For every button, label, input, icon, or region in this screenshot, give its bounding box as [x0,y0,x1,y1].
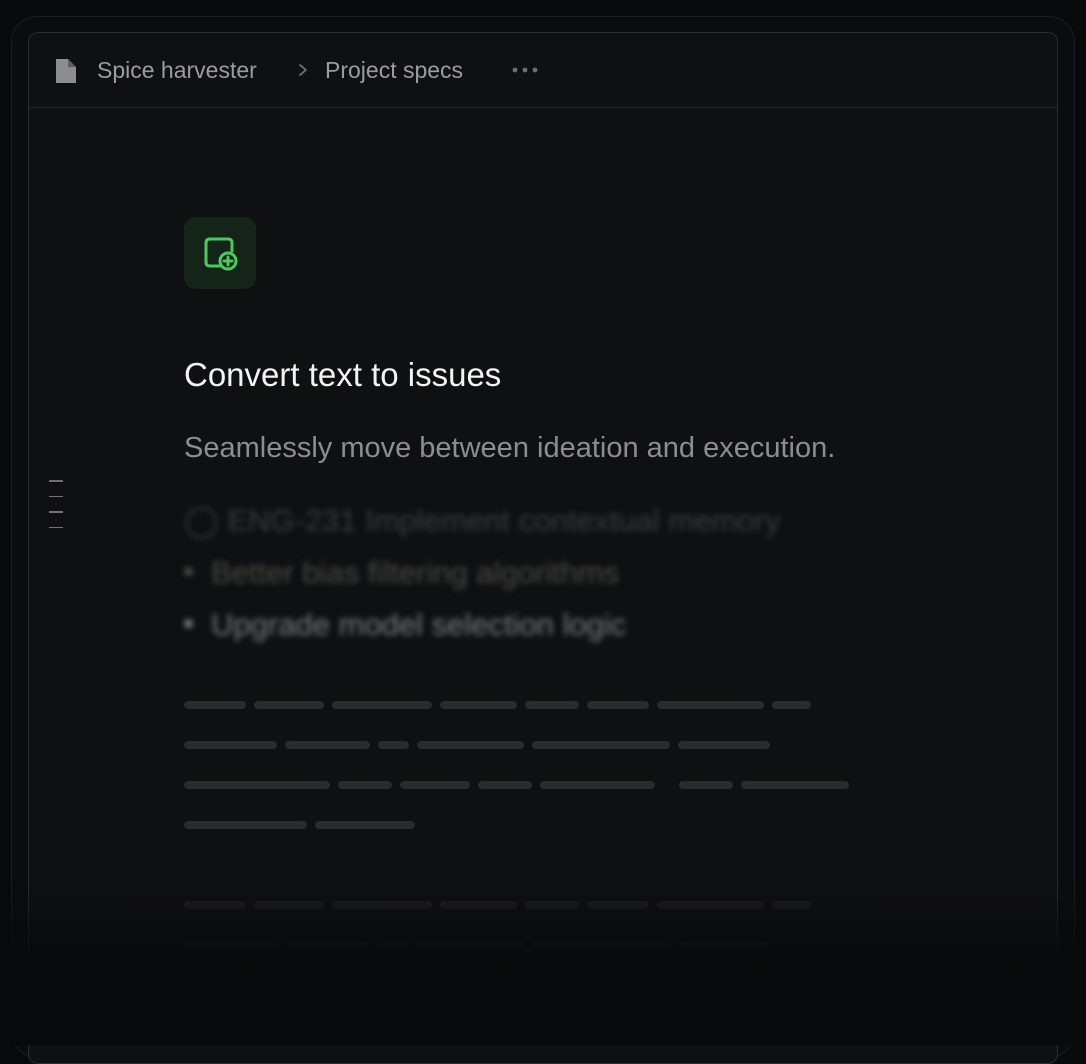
bullet-icon [184,567,193,577]
list-item: Better bias filtering algorithms [184,547,864,599]
skeleton-line [338,781,392,789]
skeleton-line [679,781,733,789]
skeleton-line [378,741,409,749]
skeleton-line [184,901,246,909]
skeleton-line [332,901,432,909]
breadcrumb: Spice harvester Project specs [29,33,1057,108]
toc-line [49,526,63,528]
chevron-right-icon [299,64,307,76]
skeleton-line [532,741,670,749]
skeleton-line [657,901,764,909]
skeleton-line [332,701,432,709]
document-icon [56,59,76,83]
skeleton-line [378,941,409,949]
skeleton-line [741,781,849,789]
skeleton-line [184,941,277,949]
issue-status-icon: ◯ [184,503,228,538]
skeleton-line [184,741,277,749]
toc-line [49,480,63,482]
skeleton-line [525,701,579,709]
skeleton-line [657,701,764,709]
skeleton-line [587,901,649,909]
document-window: Spice harvester Project specs Convert te… [28,32,1058,1064]
skeleton-line [440,701,517,709]
skeleton-line [440,901,517,909]
skeleton-line [540,781,655,789]
skeleton-line [678,741,770,749]
blurred-issue-list: ◯ ENG-231 Implement contextual memory Be… [184,495,864,651]
breadcrumb-item-project-specs[interactable]: Project specs [325,56,463,84]
ellipsis-icon[interactable] [509,61,541,79]
feature-title: Convert text to issues [184,356,502,393]
skeleton-line [184,781,330,789]
toc-line [49,511,63,513]
skeleton-line [285,741,370,749]
skeleton-line [772,901,811,909]
bullet-icon [184,619,193,629]
skeleton-line [285,941,370,949]
skeleton-line [587,701,649,709]
skeleton-line [417,741,524,749]
list-item: Upgrade model selection logic [184,599,864,651]
skeleton-line [532,941,670,949]
toc-line [49,495,63,497]
skeleton-line [400,781,470,789]
skeleton-line [772,701,811,709]
skeleton-line [525,901,579,909]
skeleton-line [184,701,246,709]
add-issue-icon [204,237,238,271]
skeleton-line [417,941,524,949]
skeleton-line [254,701,324,709]
table-of-contents-indicator[interactable] [49,480,63,542]
skeleton-line [254,901,324,909]
skeleton-line [315,821,415,829]
list-item: ◯ ENG-231 Implement contextual memory [184,503,781,538]
feature-icon-tile [184,217,256,289]
feature-description: Seamlessly move between ideation and exe… [184,432,836,464]
skeleton-line [678,941,770,949]
breadcrumb-item-spice-harvester[interactable]: Spice harvester [97,56,257,84]
skeleton-line [184,821,307,829]
skeleton-line [478,781,532,789]
